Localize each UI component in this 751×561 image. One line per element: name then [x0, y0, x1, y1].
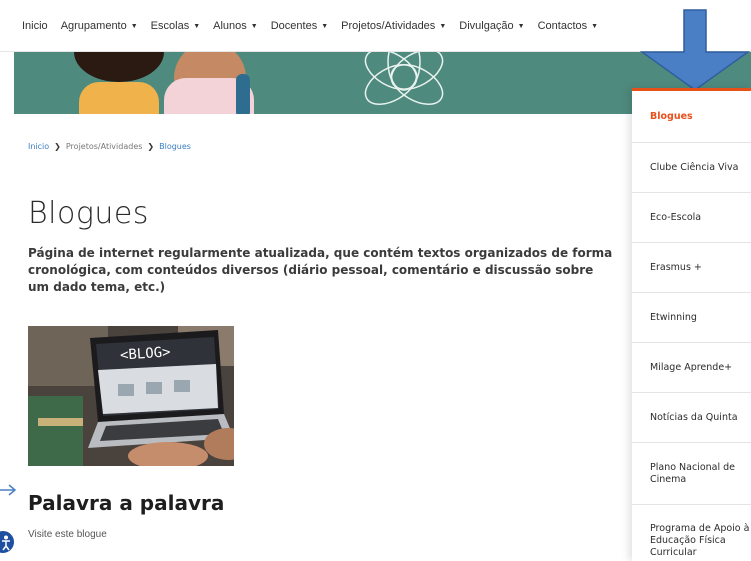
- breadcrumb-item-inicio[interactable]: Inicio: [28, 142, 49, 151]
- nav-item-projetos[interactable]: Projetos/Atividades ▼: [341, 20, 446, 32]
- nav-label: Inicio: [22, 20, 48, 32]
- nav-label: Alunos: [213, 20, 247, 32]
- nav-label: Agrupamento: [60, 20, 127, 32]
- page-title: Blogues: [28, 196, 149, 231]
- down-arrow-annotation-icon: [639, 9, 751, 91]
- sidebar-item-etwinning[interactable]: Etwinning: [632, 293, 751, 343]
- sidebar-item-label: Milage Aprende+: [650, 361, 733, 373]
- sidebar-item-label: Blogues: [650, 110, 693, 122]
- nav-item-docentes[interactable]: Docentes ▼: [271, 20, 328, 32]
- sidebar-item-label: Plano Nacional de Cinema: [650, 461, 736, 485]
- main-menu: Inicio Agrupamento ▼ Escolas ▼ Alunos ▼ Doc…: [22, 20, 611, 32]
- blog-post-title[interactable]: Palavra a palavra: [28, 491, 224, 515]
- chevron-right-icon: ❯: [147, 142, 155, 151]
- nav-item-inicio[interactable]: Inicio: [22, 20, 48, 32]
- sidebar-item-blogues[interactable]: Blogues: [632, 91, 751, 143]
- sidebar-item-label: Programa de Apoio à Educação Física Curr…: [650, 523, 750, 558]
- sidebar-item-eco-escola[interactable]: Eco-Escola: [632, 193, 751, 243]
- sidebar-item-plano-nacional-cinema[interactable]: Plano Nacional de Cinema: [632, 443, 751, 505]
- backpack-strap: [236, 74, 250, 114]
- breadcrumb: Inicio ❯ Projetos/Atividades ❯ Blogues: [28, 142, 191, 151]
- caret-down-icon: ▼: [193, 22, 201, 30]
- sidebar-item-milage-aprende[interactable]: Milage Aprende+: [632, 343, 751, 393]
- breadcrumb-item-projetos[interactable]: Projetos/Atividades: [66, 142, 143, 151]
- accessibility-icon: [2, 535, 10, 551]
- accessibility-button[interactable]: [0, 529, 16, 555]
- sidebar-item-noticias-da-quinta[interactable]: Notícias da Quinta: [632, 393, 751, 443]
- nav-item-escolas[interactable]: Escolas ▼: [151, 20, 200, 32]
- blog-laptop-image: <BLOG>: [28, 326, 234, 466]
- hero-child-shirt: [79, 82, 159, 114]
- caret-down-icon: ▼: [130, 22, 138, 30]
- sidebar-item-label: Notícias da Quinta: [650, 411, 738, 423]
- hero-child-hair: [74, 52, 164, 82]
- right-arrow-annotation-icon: [0, 484, 17, 496]
- nav-label: Docentes: [270, 20, 318, 32]
- sidebar-item-label: Etwinning: [650, 311, 697, 323]
- nav-label: Projetos/Atividades: [341, 20, 436, 32]
- sidebar-item-clube-ciencia-viva[interactable]: Clube Ciência Viva: [632, 143, 751, 193]
- caret-down-icon: ▼: [250, 22, 258, 30]
- nav-item-agrupamento[interactable]: Agrupamento ▼: [61, 20, 138, 32]
- sidebar-item-label: Erasmus +: [650, 261, 702, 273]
- nav-label: Divulgação: [459, 20, 514, 32]
- chevron-right-icon: ❯: [54, 142, 61, 151]
- nav-label: Escolas: [150, 20, 190, 32]
- sidebar-item-programa-apoio[interactable]: Programa de Apoio à Educação Física Curr…: [632, 505, 751, 561]
- sidebar-item-label: Clube Ciência Viva: [650, 161, 739, 173]
- nav-item-divulgacao[interactable]: Divulgação ▼: [459, 20, 524, 32]
- flower-outline-icon: [364, 52, 444, 105]
- section-sidebar: Blogues Clube Ciência Viva Eco-Escola Er…: [632, 88, 751, 561]
- breadcrumb-item-current: Blogues: [159, 142, 191, 151]
- caret-down-icon: ▼: [321, 22, 329, 30]
- sidebar-item-label: Eco-Escola: [650, 211, 702, 223]
- sidebar-item-erasmus[interactable]: Erasmus +: [632, 243, 751, 293]
- caret-down-icon: ▼: [439, 22, 447, 30]
- visit-blog-link[interactable]: Visite este blogue: [28, 529, 107, 540]
- nav-item-alunos[interactable]: Alunos ▼: [213, 20, 258, 32]
- caret-down-icon: ▼: [517, 22, 525, 30]
- page-description: Página de internet regularmente atualiza…: [28, 246, 613, 294]
